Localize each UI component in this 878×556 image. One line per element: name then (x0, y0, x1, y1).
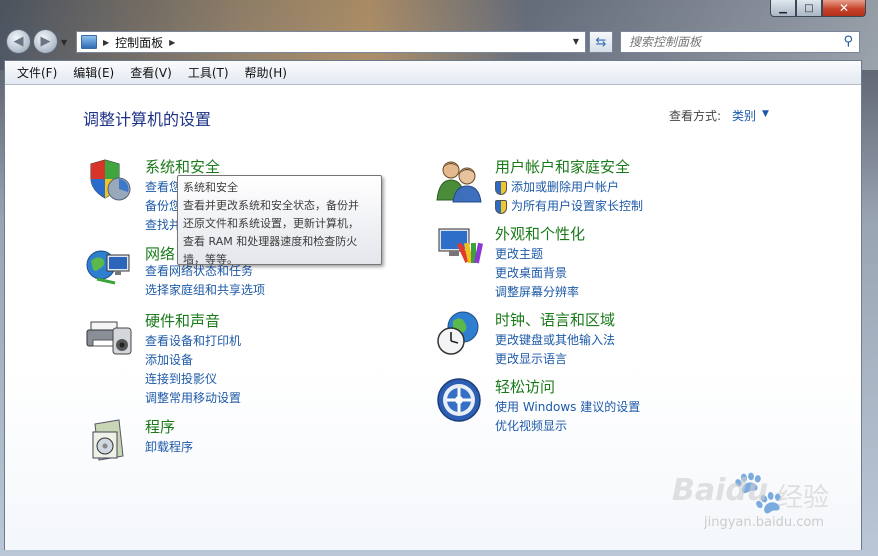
link-parental-controls[interactable]: 为所有用户设置家长控制 (495, 197, 643, 216)
link-keyboard-input[interactable]: 更改键盘或其他输入法 (495, 331, 615, 350)
navigation-bar: ◀ ▶ ▼ ▶ 控制面板 ▶ ▼ ⇆ ⚲ (0, 24, 878, 60)
uac-shield-icon (495, 199, 507, 214)
window-frame: ▁ □ ✕ ◀ ▶ ▼ ▶ 控制面板 ▶ ▼ ⇆ ⚲ 文件(F) 编辑(E) (0, 0, 878, 556)
link-recommended-settings[interactable]: 使用 Windows 建议的设置 (495, 398, 640, 417)
category-links: 查看您 备份您 查找并 (145, 178, 181, 235)
category-title[interactable]: 程序 (145, 416, 175, 437)
back-arrow-icon: ◀ (13, 34, 24, 49)
tooltip-line: 查看 RAM 和处理器速度和检查防火 (183, 235, 358, 248)
address-dropdown-icon[interactable]: ▼ (573, 37, 579, 46)
refresh-icon: ⇆ (595, 34, 607, 50)
clock-globe-icon[interactable] (435, 309, 483, 357)
link-projector[interactable]: 连接到投影仪 (145, 370, 241, 389)
minimize-button[interactable]: ▁ (770, 0, 796, 17)
appearance-monitor-icon[interactable] (435, 223, 483, 271)
recent-pages-dropdown[interactable]: ▼ (61, 38, 67, 47)
printer-speaker-icon[interactable] (85, 310, 133, 358)
category-links: 添加或删除用户帐户 为所有用户设置家长控制 (495, 178, 643, 216)
link-label: 添加或删除用户帐户 (511, 180, 620, 194)
link-add-device[interactable]: 添加设备 (145, 351, 241, 370)
link-add-remove-accounts[interactable]: 添加或删除用户帐户 (495, 178, 643, 197)
link-devices-printers[interactable]: 查看设备和打印机 (145, 332, 241, 351)
category-links: 更改键盘或其他输入法 更改显示语言 (495, 331, 615, 369)
link-display-language[interactable]: 更改显示语言 (495, 350, 615, 369)
category-title[interactable]: 系统和安全 (145, 156, 220, 177)
search-icon[interactable]: ⚲ (843, 34, 853, 49)
menu-edit[interactable]: 编辑(E) (65, 64, 122, 81)
ease-of-access-icon[interactable] (435, 376, 483, 424)
tooltip-title: 系统和安全 (183, 181, 238, 194)
tooltip-line: 墙，等等。 (183, 253, 238, 266)
uac-shield-icon (495, 180, 507, 195)
link-desktop-background[interactable]: 更改桌面背景 (495, 264, 579, 283)
security-shield-icon[interactable] (85, 156, 133, 204)
control-panel-content: 调整计算机的设置 查看方式: 类别 ▼ 系统和安全 查看您 备份您 查找并 网络… (5, 86, 861, 550)
programs-box-icon[interactable] (85, 416, 133, 464)
maximize-button[interactable]: □ (796, 0, 822, 17)
system-security-tooltip: 系统和安全 查看并更改系统和安全状态，备份并 还原文件和系统设置，更新计算机， … (177, 175, 382, 266)
category-links: 使用 Windows 建议的设置 优化视频显示 (495, 398, 640, 436)
link-change-theme[interactable]: 更改主题 (495, 245, 579, 264)
breadcrumb-control-panel[interactable]: 控制面板 (115, 34, 163, 51)
category-title[interactable]: 硬件和声音 (145, 310, 220, 331)
forward-button[interactable]: ▶ (33, 29, 58, 54)
users-icon[interactable] (435, 156, 483, 204)
category-links: 查看设备和打印机 添加设备 连接到投影仪 调整常用移动设置 (145, 332, 241, 408)
menu-file[interactable]: 文件(F) (9, 64, 65, 81)
link-uninstall[interactable]: 卸载程序 (145, 438, 193, 457)
link-troubleshoot[interactable]: 查找并 (145, 216, 181, 235)
caption-buttons: ▁ □ ✕ (770, 0, 866, 17)
page-title: 调整计算机的设置 (83, 110, 212, 129)
control-panel-icon (81, 35, 97, 49)
category-title[interactable]: 网络 (145, 243, 175, 264)
view-by-dropdown[interactable]: 类别 (732, 107, 756, 124)
menu-view[interactable]: 查看(V) (122, 64, 180, 81)
link-homegroup[interactable]: 选择家庭组和共享选项 (145, 281, 265, 300)
close-button[interactable]: ✕ (822, 0, 866, 17)
back-button[interactable]: ◀ (6, 29, 31, 54)
search-input[interactable] (629, 35, 834, 49)
network-globe-icon[interactable] (85, 243, 133, 291)
link-label: 为所有用户设置家长控制 (511, 199, 644, 213)
address-bar[interactable]: ▶ 控制面板 ▶ ▼ (76, 31, 586, 53)
forward-arrow-icon: ▶ (40, 34, 51, 49)
menu-tools[interactable]: 工具(T) (180, 64, 237, 81)
category-links: 卸载程序 (145, 438, 193, 457)
view-by-label: 查看方式: (669, 109, 722, 123)
menu-bar: 文件(F) 编辑(E) 查看(V) 工具(T) 帮助(H) (5, 61, 861, 85)
menu-help[interactable]: 帮助(H) (237, 64, 295, 81)
link-screen-resolution[interactable]: 调整屏幕分辨率 (495, 283, 579, 302)
category-title[interactable]: 外观和个性化 (495, 223, 585, 244)
link-backup[interactable]: 备份您 (145, 197, 181, 216)
category-links: 更改主题 更改桌面背景 调整屏幕分辨率 (495, 245, 579, 302)
search-box[interactable]: ⚲ (620, 31, 860, 53)
chevron-right-icon[interactable]: ▶ (169, 38, 175, 47)
category-title[interactable]: 时钟、语言和区域 (495, 309, 615, 330)
refresh-button[interactable]: ⇆ (589, 31, 613, 53)
chevron-down-icon[interactable]: ▼ (762, 109, 769, 119)
link-mobility[interactable]: 调整常用移动设置 (145, 389, 241, 408)
link-optimize-display[interactable]: 优化视频显示 (495, 417, 640, 436)
link-view-status[interactable]: 查看您 (145, 178, 181, 197)
tooltip-line: 查看并更改系统和安全状态，备份并 (183, 199, 359, 212)
category-title[interactable]: 用户帐户和家庭安全 (495, 156, 630, 177)
tooltip-line: 还原文件和系统设置，更新计算机， (183, 217, 359, 230)
category-title[interactable]: 轻松访问 (495, 376, 555, 397)
chevron-right-icon[interactable]: ▶ (103, 38, 109, 47)
explorer-window: 文件(F) 编辑(E) 查看(V) 工具(T) 帮助(H) 调整计算机的设置 查… (4, 60, 862, 550)
